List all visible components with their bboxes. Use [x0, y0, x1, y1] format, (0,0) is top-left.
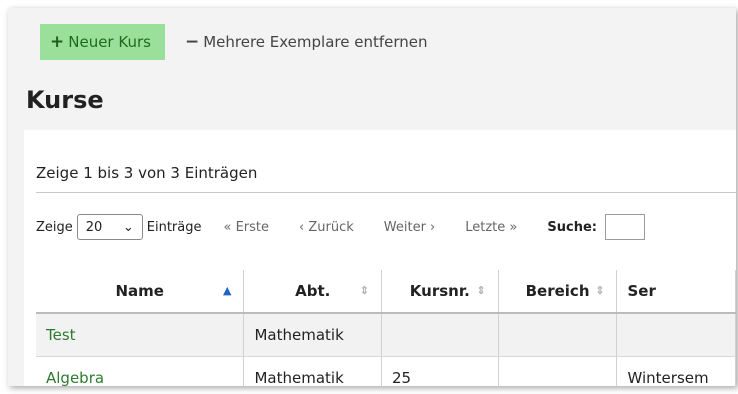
table-row[interactable]: Test Mathematik: [36, 313, 736, 357]
window-frame: + Neuer Kurs − Mehrere Exemplare entfern…: [8, 8, 736, 386]
table-info: Zeige 1 bis 3 von 3 Einträgen: [36, 164, 258, 182]
cell-abt: Mathematik: [243, 313, 382, 357]
column-header-kursnr[interactable]: Kursnr. ⇕: [381, 270, 499, 314]
cell-semester: [616, 313, 736, 357]
column-header-name[interactable]: Name ▲: [36, 270, 245, 314]
search-control: Suche:: [547, 214, 645, 240]
divider: [36, 192, 736, 193]
column-header-bereich[interactable]: Bereich ⇕: [498, 270, 618, 314]
remove-copies-button[interactable]: − Mehrere Exemplare entfernen: [185, 32, 428, 52]
page-length-value: 20: [85, 219, 103, 235]
chevron-down-icon: ⌄: [122, 219, 134, 235]
sort-icon: ⇕: [595, 284, 605, 297]
new-course-label: Neuer Kurs: [68, 33, 151, 51]
pager-next[interactable]: Weiter ›: [384, 220, 435, 235]
table-controls: Zeige 20 ⌄ Einträge « Erste ‹ Zurück Wei…: [36, 210, 736, 244]
cell-semester: Wintersem: [616, 356, 736, 386]
page-title: Kurse: [26, 86, 104, 114]
remove-copies-label: Mehrere Exemplare entfernen: [203, 33, 428, 51]
search-label: Suche:: [547, 219, 597, 235]
search-input[interactable]: [604, 214, 645, 240]
column-header-abt[interactable]: Abt. ⇕: [243, 270, 382, 314]
length-prefix: Zeige: [36, 219, 73, 235]
cell-kursnr: 25: [381, 356, 499, 386]
cell-abt: Mathematik: [243, 356, 382, 386]
courses-panel: Zeige 1 bis 3 von 3 Einträgen Zeige 20 ⌄…: [24, 130, 736, 386]
courses-table: Name ▲ Abt. ⇕ Kursnr. ⇕ Bereich ⇕ Ser Te…: [36, 270, 736, 386]
new-course-button[interactable]: + Neuer Kurs: [40, 24, 165, 60]
pagination: « Erste ‹ Zurück Weiter › Letzte »: [224, 220, 548, 235]
pager-last[interactable]: Letzte »: [465, 220, 517, 235]
sort-icon: ⇕: [359, 284, 369, 297]
table-header-row: Name ▲ Abt. ⇕ Kursnr. ⇕ Bereich ⇕ Ser: [36, 270, 736, 314]
page-length-select[interactable]: 20 ⌄: [76, 214, 143, 240]
cell-bereich: [498, 313, 618, 357]
cell-kursnr: [381, 313, 499, 357]
pager-first[interactable]: « Erste: [224, 220, 270, 235]
sort-icon: ⇕: [476, 284, 486, 297]
toolbar: + Neuer Kurs − Mehrere Exemplare entfern…: [40, 24, 428, 60]
column-header-semester[interactable]: Ser: [616, 270, 736, 314]
minus-icon: −: [184, 32, 200, 52]
cell-bereich: [498, 356, 618, 386]
table-row[interactable]: Algebra Mathematik 25 Wintersem: [36, 356, 736, 386]
course-name-link[interactable]: Test: [36, 313, 245, 357]
length-suffix: Einträge: [146, 219, 202, 235]
sort-asc-icon: ▲: [223, 284, 232, 297]
plus-icon: +: [50, 32, 65, 52]
course-name-link[interactable]: Algebra: [36, 356, 245, 386]
pager-prev[interactable]: ‹ Zurück: [299, 220, 354, 235]
